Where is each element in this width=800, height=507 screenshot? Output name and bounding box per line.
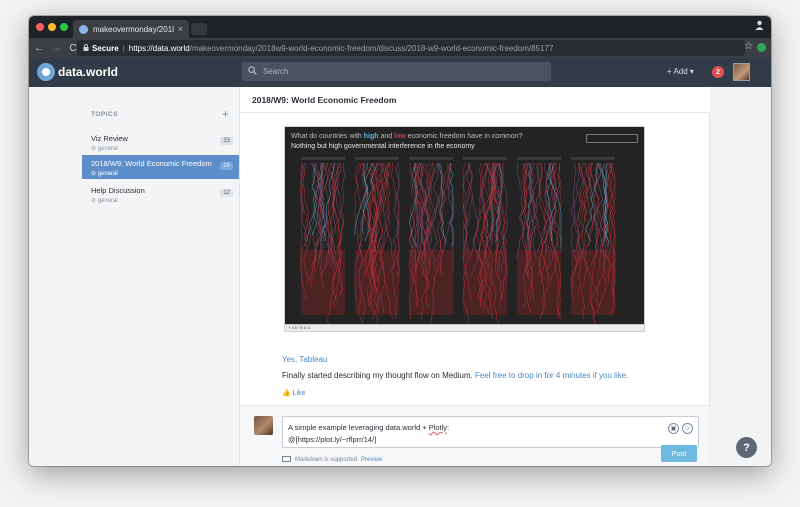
viz-column-header (517, 157, 561, 160)
viz-strand (570, 162, 583, 260)
discussion-main: 2018/W9: World Economic Freedom What do … (240, 87, 710, 466)
topics-sidebar: TOPICS + Viz Review ⊘ general 33 2018/W9… (29, 87, 240, 466)
add-topic-button[interactable]: + (222, 107, 229, 121)
viz-column-header (463, 157, 507, 160)
reply-textarea[interactable]: A simple example leveraging data.world +… (282, 416, 699, 448)
page-content: TOPICS + Viz Review ⊘ general 33 2018/W9… (29, 87, 771, 466)
emoji-icon[interactable]: ☺ (682, 423, 693, 434)
person-icon[interactable] (755, 20, 764, 33)
topic-name: 2018/W9: World Economic Freedom (91, 159, 212, 168)
viz-filter-dropdown[interactable] (586, 134, 638, 143)
screenshot-stage: makeovermonday/2018w9-w × ← → C Secure |… (0, 0, 800, 507)
viz-strand (354, 162, 368, 235)
new-tab-button[interactable] (191, 23, 207, 35)
topic-category: ⊘ general (91, 171, 118, 177)
search-bar[interactable] (242, 62, 551, 81)
url-host: https://data.world (128, 43, 190, 53)
topic-category: ⊘ general (91, 146, 118, 152)
help-button[interactable]: ? (736, 437, 757, 458)
topic-count-badge: 33 (220, 137, 233, 145)
url-path: /makeovermonday/2018w9-world-economic-fr… (189, 43, 554, 53)
favicon-icon (79, 24, 88, 34)
sidebar-item-viz-review[interactable]: Viz Review ⊘ general 33 (82, 130, 239, 154)
embedded-tableau-viz[interactable]: What do countries with high and low econ… (284, 126, 645, 332)
tableau-logo: +ableau (288, 325, 312, 330)
markdown-icon (282, 456, 291, 462)
topic-count-badge: 12 (220, 189, 233, 197)
markdown-note: Markdown is supported Preview (282, 456, 382, 463)
bookmark-star-icon[interactable]: ☆ (744, 41, 753, 52)
search-input[interactable] (263, 67, 543, 76)
address-bar: ← → C Secure | https://data.world /makeo… (29, 38, 771, 58)
logo-text[interactable]: data.world (58, 65, 118, 79)
secure-label: Secure (92, 43, 119, 53)
like-button[interactable]: 👍 Like (282, 389, 306, 397)
composer-avatar (254, 416, 273, 435)
back-button[interactable]: ← (32, 43, 46, 54)
browser-tab[interactable]: makeovermonday/2018w9-w × (73, 20, 189, 38)
post-body: Finally started describing my thought fl… (282, 371, 629, 380)
tab-close-icon[interactable]: × (178, 24, 183, 34)
close-window-button[interactable] (36, 23, 44, 31)
viz-column-header (409, 157, 453, 160)
viz-red-band (571, 250, 615, 315)
url-field[interactable]: Secure | https://data.world /makeovermon… (77, 40, 745, 56)
browser-tab-strip: makeovermonday/2018w9-w × (29, 16, 771, 38)
viz-question: What do countries with high and low econ… (291, 133, 523, 140)
viz-red-band (517, 250, 561, 315)
viz-subtitle: Nothing but high governmental interferen… (291, 143, 475, 150)
extension-icon[interactable] (757, 43, 766, 52)
minimize-window-button[interactable] (48, 23, 56, 31)
viz-strand (530, 162, 540, 248)
post-link[interactable]: Yes, Tableau (282, 355, 327, 364)
data-world-logo-icon[interactable] (37, 63, 55, 81)
image-upload-icon[interactable]: ▣ (668, 423, 679, 434)
add-menu-button[interactable]: + Add ▾ (667, 67, 694, 76)
topics-header: TOPICS (91, 111, 119, 118)
topic-name: Help Discussion (91, 186, 145, 195)
user-avatar[interactable] (733, 63, 750, 81)
medium-link[interactable]: Feel free to drop in for 4 minutes if yo… (475, 371, 628, 380)
browser-window: makeovermonday/2018w9-w × ← → C Secure |… (29, 16, 771, 466)
maximize-window-button[interactable] (60, 23, 68, 31)
composer-line-1: A simple example leveraging data.world +… (288, 423, 450, 432)
search-icon (248, 65, 257, 78)
viz-strand (588, 162, 597, 248)
topic-category: ⊘ general (91, 198, 118, 204)
url-separator: | (122, 43, 125, 53)
notifications-badge[interactable]: 2 (712, 66, 724, 78)
page-title: 2018/W9: World Economic Freedom (252, 95, 397, 105)
viz-column-header (571, 157, 615, 160)
viz-column-header (301, 157, 345, 160)
app-header: data.world + Add ▾ 2 (29, 58, 771, 87)
lock-icon (83, 43, 89, 53)
sidebar-item-help-discussion[interactable]: Help Discussion ⊘ general 12 (82, 182, 239, 206)
right-rail (710, 87, 771, 466)
topic-name: Viz Review (91, 134, 128, 143)
viz-red-band (301, 250, 345, 315)
forward-button[interactable]: → (49, 43, 63, 54)
preview-link[interactable]: Preview (361, 457, 382, 463)
viz-toolbar: +ableau (285, 324, 644, 331)
viz-strand (311, 162, 318, 236)
sidebar-item-world-economic-freedom[interactable]: 2018/W9: World Economic Freedom ⊘ genera… (82, 155, 239, 179)
post-button[interactable]: Post (661, 445, 697, 462)
tab-title: makeovermonday/2018w9-w (93, 24, 174, 34)
viz-red-band (409, 250, 453, 315)
viz-red-band (463, 250, 507, 315)
discussion-title-bar: 2018/W9: World Economic Freedom (240, 87, 710, 113)
viz-strands-graphic (300, 157, 616, 325)
reply-composer: A simple example leveraging data.world +… (240, 405, 710, 466)
viz-column-header (355, 157, 399, 160)
composer-line-2: @[https://plot.ly/~rflprr/14/] (288, 435, 377, 444)
viz-red-band (355, 250, 399, 315)
topic-count-badge: 26 (220, 162, 233, 170)
